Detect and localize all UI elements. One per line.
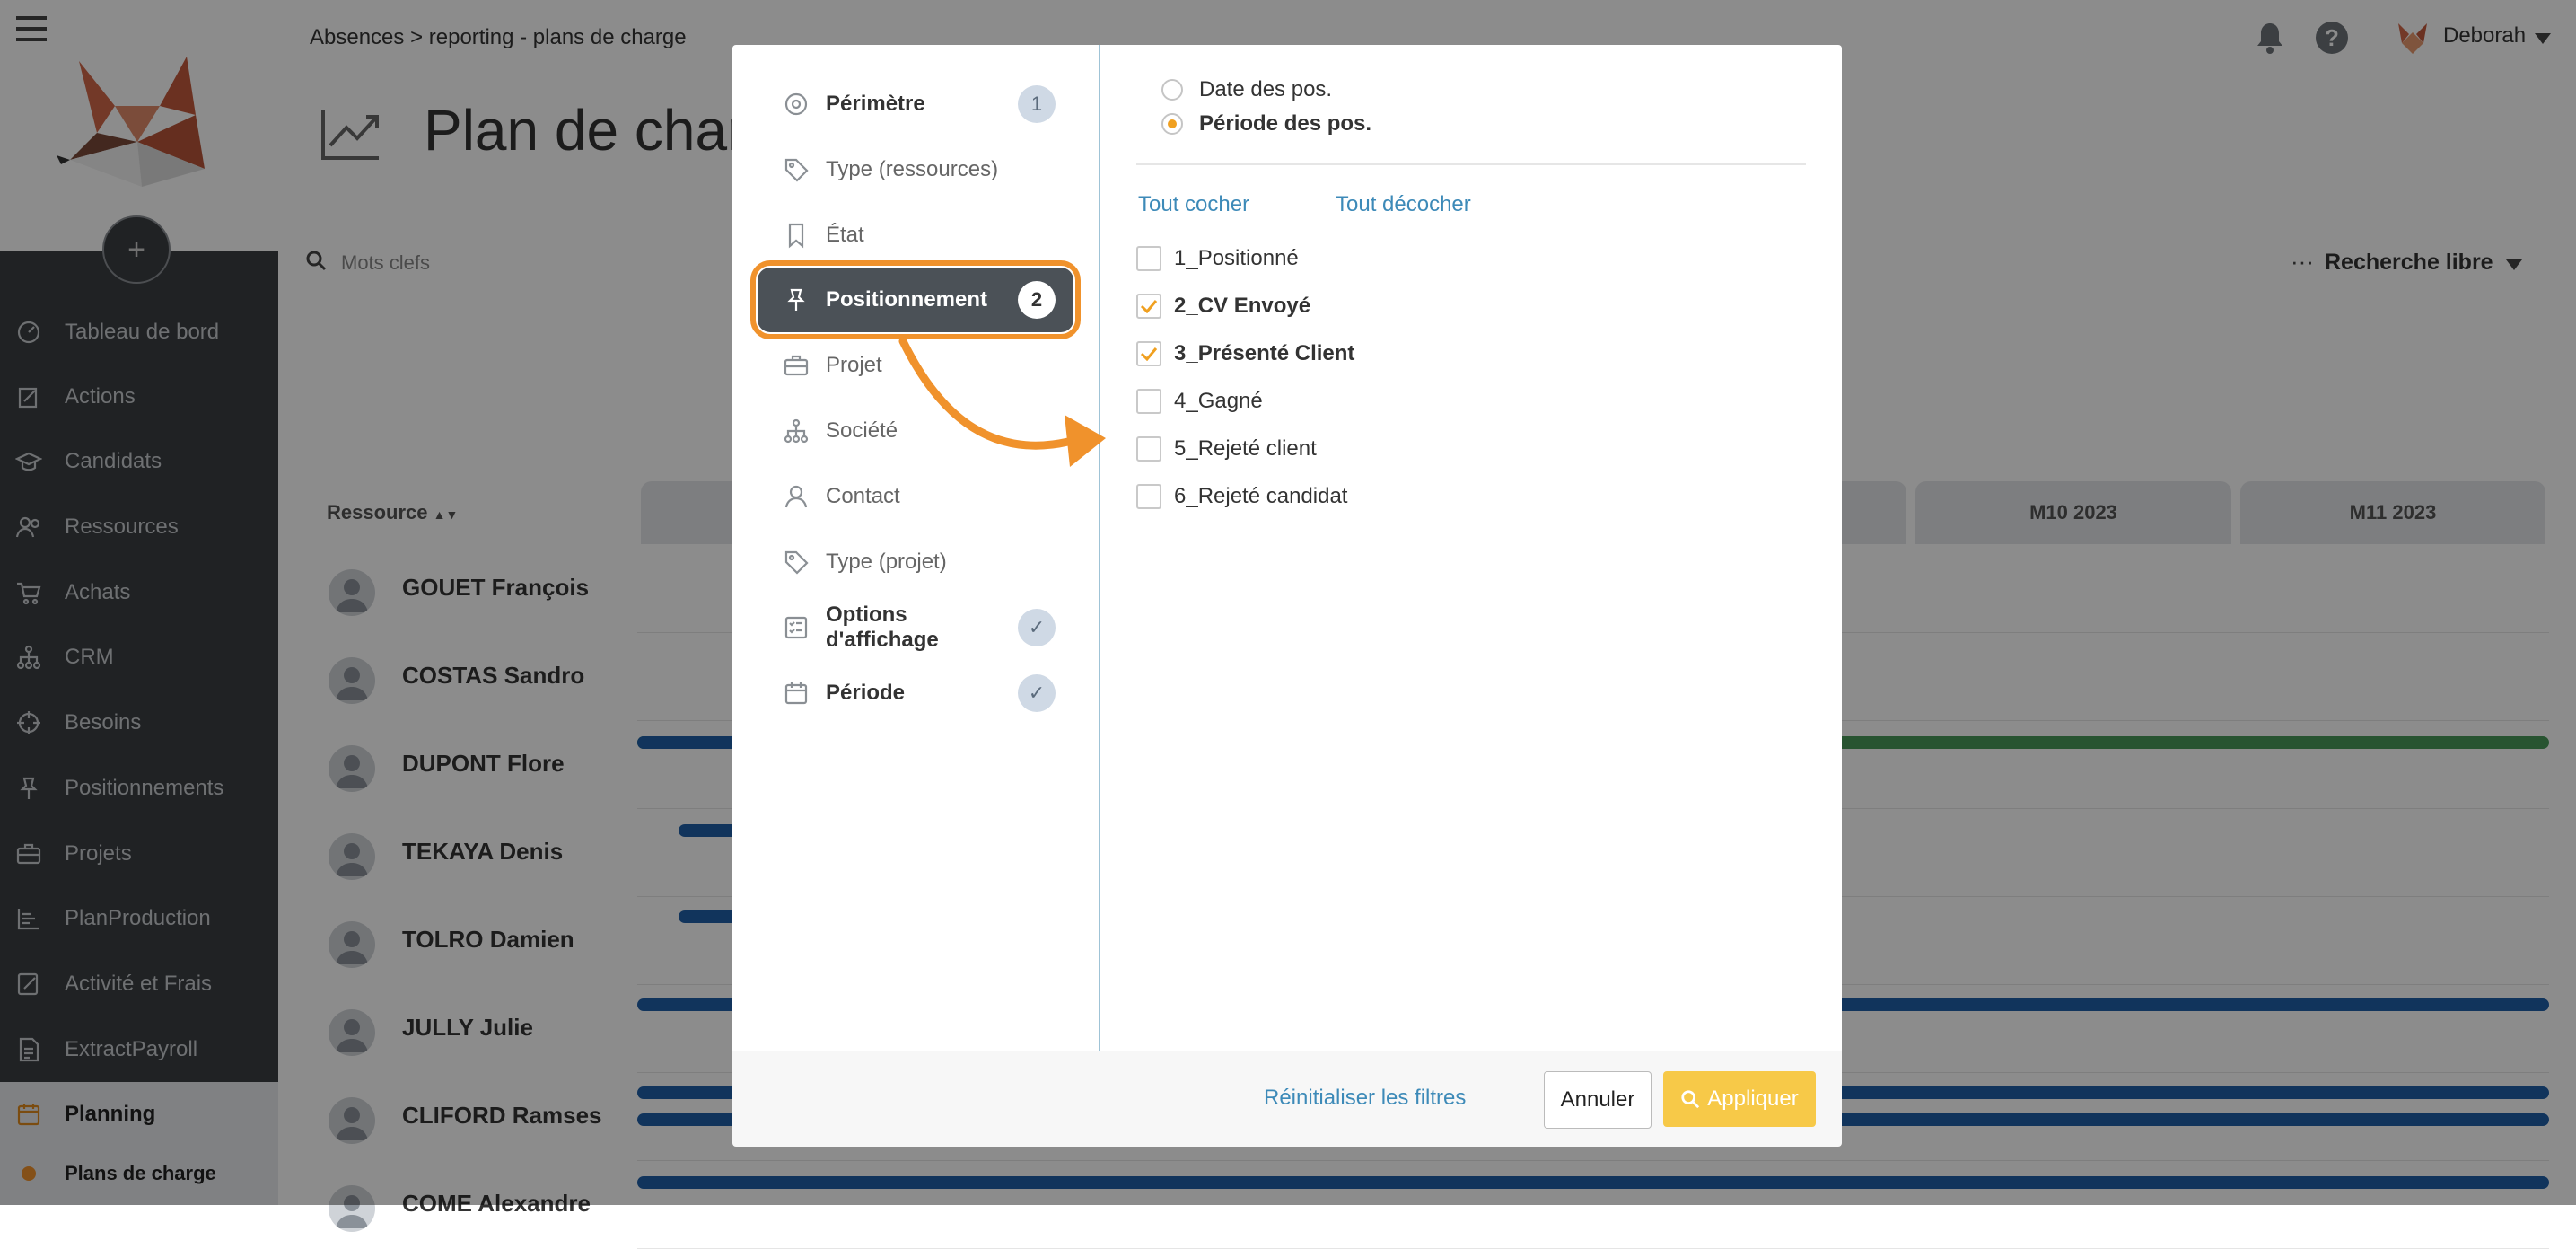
checkbox-checked[interactable] <box>1136 294 1161 319</box>
checkbox[interactable] <box>1136 436 1161 462</box>
check-badge-icon: ✓ <box>1018 609 1056 646</box>
filter-perimetre[interactable]: Périmètre 1 <box>758 72 1073 136</box>
reset-filters-link[interactable]: Réinitialiser les filtres <box>1264 1086 1466 1111</box>
target-icon <box>783 91 810 118</box>
filter-label: État <box>826 223 864 247</box>
option-label: 6_Rejeté candidat <box>1174 484 1348 508</box>
radio-button[interactable] <box>1161 79 1183 101</box>
cancel-button[interactable]: Annuler <box>1544 1071 1652 1129</box>
count-badge: 2 <box>1018 281 1056 319</box>
filter-modal: Périmètre 1 Type (ressources) État Positionn… <box>732 45 1842 1147</box>
checkmark-icon <box>1140 300 1158 313</box>
option-label: 2_CV Envoyé <box>1174 294 1311 318</box>
list-check-icon <box>783 614 810 641</box>
filter-categories: Périmètre 1 Type (ressources) État Positionn… <box>732 45 1100 1051</box>
filter-label: Options d'affichage <box>826 603 939 652</box>
apply-button[interactable]: Appliquer <box>1663 1071 1816 1127</box>
checkmark-icon <box>1140 347 1158 361</box>
option-checkbox-row[interactable]: 6_Rejeté candidat <box>1136 479 1347 515</box>
option-label: 5_Rejeté client <box>1174 436 1317 461</box>
filter-periode[interactable]: Période ✓ <box>758 661 1073 726</box>
option-label: 1_Positionné <box>1174 246 1299 270</box>
checkbox[interactable] <box>1136 389 1161 414</box>
modal-footer: Réinitialiser les filtres Annuler Appliq… <box>732 1051 1842 1147</box>
radio-date-des-pos[interactable]: Date des pos. <box>1161 77 1332 102</box>
option-checkbox-row[interactable]: 5_Rejeté client <box>1136 431 1317 467</box>
filter-label: Positionnement <box>826 287 988 312</box>
option-checkbox-row[interactable]: 2_CV Envoyé <box>1136 288 1310 324</box>
briefcase-icon <box>783 352 810 379</box>
radio-label: Date des pos. <box>1199 77 1333 101</box>
filter-label: Type (projet) <box>826 550 947 574</box>
option-checkbox-row[interactable]: 4_Gagné <box>1136 383 1263 419</box>
calendar-icon <box>783 680 810 707</box>
user-icon <box>783 483 810 510</box>
check-all-link[interactable]: Tout cocher <box>1138 192 1249 217</box>
tag-icon <box>783 156 810 183</box>
filter-type-projet[interactable]: Type (projet) <box>758 530 1073 594</box>
bookmark-icon <box>783 222 810 249</box>
uncheck-all-link[interactable]: Tout décocher <box>1336 192 1471 217</box>
apply-button-label: Appliquer <box>1707 1086 1799 1111</box>
check-badge-icon: ✓ <box>1018 674 1056 712</box>
filter-options-d-affichage[interactable]: Options d'affichage ✓ <box>758 595 1073 660</box>
option-checkbox-row[interactable]: 1_Positionné <box>1136 241 1299 277</box>
filter-label: Périmètre <box>826 92 925 116</box>
pin-icon <box>783 286 810 313</box>
option-label: 3_Présenté Client <box>1174 341 1355 365</box>
org-chart-icon <box>783 418 810 444</box>
radio-periode-des-pos[interactable]: Période des pos. <box>1161 111 1371 136</box>
radio-label: Période des pos. <box>1199 111 1372 136</box>
search-icon <box>1681 1090 1700 1109</box>
checkbox-checked[interactable] <box>1136 341 1161 366</box>
filter-type-ressources[interactable]: Type (ressources) <box>758 137 1073 202</box>
filter-etat[interactable]: État <box>758 203 1073 268</box>
annotation-arrow <box>898 337 1106 467</box>
checkbox[interactable] <box>1136 484 1161 509</box>
divider <box>1136 163 1806 165</box>
radio-button[interactable] <box>1161 113 1183 135</box>
checkbox[interactable] <box>1136 246 1161 271</box>
option-checkbox-row[interactable]: 3_Présenté Client <box>1136 336 1354 372</box>
filter-label: Type (ressources) <box>826 157 999 181</box>
count-badge: 1 <box>1018 85 1056 123</box>
filter-label: Période <box>826 681 906 705</box>
filter-label: Contact <box>826 484 900 508</box>
tag-icon <box>783 549 810 576</box>
option-label: 4_Gagné <box>1174 389 1263 413</box>
